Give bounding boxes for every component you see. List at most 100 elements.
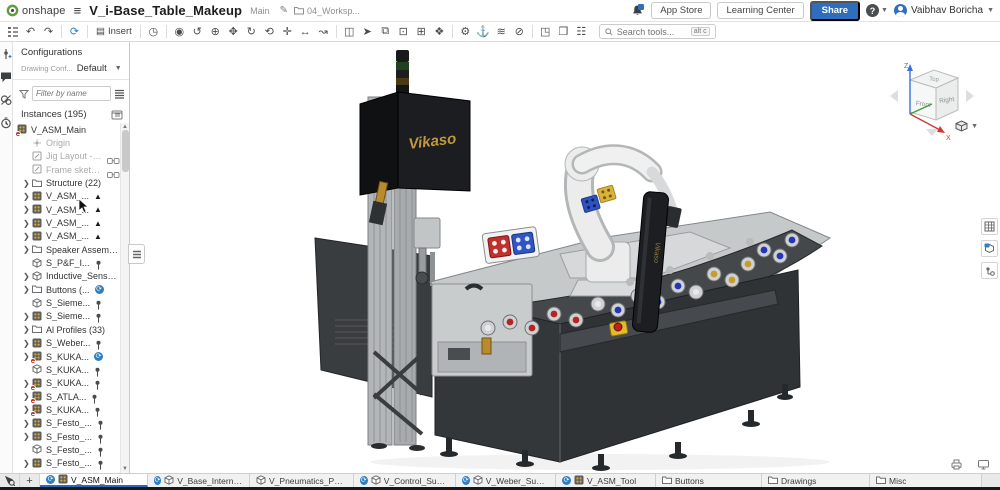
config-value-dropdown[interactable]: Default ▼ <box>77 63 124 74</box>
expand-arrow-icon[interactable]: ❯ <box>23 205 32 214</box>
tree-row[interactable]: ❯S_KUKA...⟳ <box>13 350 120 363</box>
copy-doc-icon[interactable]: ❐ <box>555 24 572 40</box>
instances-flyout-button[interactable] <box>128 244 145 264</box>
expand-arrow-icon[interactable]: ❯ <box>23 325 32 334</box>
tree-row[interactable]: Origin <box>13 136 120 149</box>
learning-center-button[interactable]: Learning Center <box>717 2 803 19</box>
expand-arrow-icon[interactable]: ❯ <box>23 459 32 468</box>
tab-drawings[interactable]: Drawings <box>762 474 870 487</box>
expand-arrow-icon[interactable]: ❯ <box>23 232 32 241</box>
anchor-icon[interactable]: ⚓ <box>475 24 492 40</box>
document-title[interactable]: V_i-Base_Table_Makeup <box>89 3 242 18</box>
tree-row[interactable]: ❯V_ASM_...▲ <box>13 190 120 203</box>
tree-row[interactable]: ❯S_Sieme... <box>13 310 120 323</box>
tree-row[interactable]: Frame sketc... <box>13 163 120 176</box>
tree-row[interactable]: S_Sieme... <box>13 296 120 309</box>
search-tools-input[interactable] <box>617 27 687 37</box>
display-settings-icon[interactable] <box>977 459 990 470</box>
notifications-bell-icon[interactable] <box>631 4 645 18</box>
expand-arrow-icon[interactable]: ❯ <box>23 432 32 441</box>
tree-row[interactable]: ❯Al Profiles (33) <box>13 323 120 336</box>
search-tools[interactable]: alt c <box>599 24 716 39</box>
expand-arrow-icon[interactable]: ❯ <box>23 272 32 281</box>
expand-arrow-icon[interactable]: ❯ <box>23 245 32 254</box>
tree-row[interactable]: ❯S_KUKA... <box>13 377 120 390</box>
drag-icon[interactable]: ↝ <box>315 24 332 40</box>
spring-icon[interactable]: ≋ <box>493 24 510 40</box>
detach-panel-icon[interactable] <box>111 110 123 120</box>
comments-icon[interactable] <box>0 71 12 83</box>
tab-v-asm-tool[interactable]: ⟳V_ASM_Tool <box>556 474 656 487</box>
expand-arrow-icon[interactable]: ❯ <box>23 285 32 294</box>
expand-arrow-icon[interactable]: ❯ <box>23 419 32 428</box>
filter-icon[interactable] <box>19 89 29 99</box>
section-view-icon[interactable]: ◫ <box>341 24 358 40</box>
add-tab-button[interactable]: + <box>20 474 40 487</box>
bom-table-panel-icon[interactable] <box>981 218 998 235</box>
list-options-icon[interactable] <box>114 89 125 99</box>
tab-v-weber-supports[interactable]: ⟳V_Weber_Supports <box>456 474 556 487</box>
tree-row[interactable]: ❯Speaker Assemblie... <box>13 243 120 256</box>
branch-label[interactable]: Main <box>250 6 270 16</box>
scroll-down-icon[interactable]: ▼ <box>122 466 128 472</box>
tree-row[interactable]: ❯V_ASM_...▲ <box>13 203 120 216</box>
app-store-button[interactable]: App Store <box>651 2 711 19</box>
share-button[interactable]: Share <box>810 1 860 21</box>
update-sync-icon[interactable]: ⟳ <box>66 24 83 40</box>
group-mates-icon[interactable]: ↺ <box>189 24 206 40</box>
tree-row[interactable]: ❯Structure (22) <box>13 176 120 189</box>
expand-arrow-icon[interactable]: ❯ <box>23 219 32 228</box>
scrollbar-thumb[interactable] <box>122 130 129 172</box>
onshape-logo[interactable]: onshape <box>6 4 66 17</box>
undo-icon[interactable]: ↶ <box>22 24 39 40</box>
interference-icon[interactable]: ⧉ <box>377 24 394 40</box>
rotate-down-arrow[interactable] <box>926 129 938 136</box>
cube-faces[interactable]: Top Front Right <box>910 70 958 120</box>
tab-v-asm-main[interactable]: ⟳V_ASM_Main <box>40 474 148 487</box>
tree-row[interactable]: ❯S_Festo_... <box>13 417 120 430</box>
tab-buttons[interactable]: Buttons <box>656 474 762 487</box>
frame-view-icon[interactable]: ◳ <box>537 24 554 40</box>
history-panel-icon[interactable] <box>0 117 12 129</box>
history-icon[interactable]: ◷ <box>145 24 162 40</box>
rotate-right-arrow[interactable] <box>966 90 974 102</box>
tab-v-base-internal-fr-[interactable]: ⟳V_Base_Internal_Fr... <box>148 474 250 487</box>
mate-connector-panel-icon[interactable] <box>0 48 12 60</box>
expand-arrow-icon[interactable]: ❯ <box>23 192 32 201</box>
tree-row[interactable]: Jig Layout - ... <box>13 150 120 163</box>
duplicate-icon[interactable]: ⊡ <box>395 24 412 40</box>
mate-icon[interactable]: ◉ <box>171 24 188 40</box>
expand-arrow-icon[interactable]: ❯ <box>23 339 32 348</box>
tree-row[interactable]: V_ASM_Main <box>13 123 120 136</box>
tree-row[interactable]: S_P&F_I... <box>13 256 120 269</box>
expand-arrow-icon[interactable]: ❯ <box>23 179 32 188</box>
help-menu[interactable]: ? ▼ <box>866 4 888 17</box>
expand-arrow-icon[interactable]: ❯ <box>23 312 32 321</box>
bom-icon[interactable]: ⊞ <box>413 24 430 40</box>
align-icon[interactable]: ↔ <box>297 24 314 40</box>
select-tool-icon[interactable]: ➤ <box>359 24 376 40</box>
tree-row[interactable]: S_KUKA... <box>13 363 120 376</box>
filter-by-name-input[interactable] <box>32 86 111 101</box>
mate-features-panel-icon[interactable] <box>981 262 998 279</box>
tab-misc[interactable]: Misc <box>870 474 982 487</box>
tree-row[interactable]: ❯S_Festo_... <box>13 457 120 470</box>
gear-relation-icon[interactable]: ⚙ <box>457 24 474 40</box>
breadcrumb[interactable]: 04_Worksp... <box>294 6 360 16</box>
tree-scrollbar[interactable]: ▲ ▼ <box>120 123 129 473</box>
rotate-left-arrow[interactable] <box>890 90 898 102</box>
tree-row[interactable]: ❯Inductive_Sensor_x... <box>13 270 120 283</box>
user-menu[interactable]: Vaibhav Boricha ▼ <box>894 4 994 17</box>
tree-row[interactable]: ❯V_ASM_...▲ <box>13 216 120 229</box>
view-options-menu[interactable]: ▼ <box>955 120 978 132</box>
tree-row[interactable]: ❯S_Festo_... <box>13 430 120 443</box>
snap-mode-icon[interactable]: ⟲ <box>261 24 278 40</box>
tree-row[interactable]: ❯S_ATLA... <box>13 390 120 403</box>
relations-icon[interactable] <box>0 94 12 106</box>
pattern-icon[interactable]: ❖ <box>431 24 448 40</box>
disconnect-icon[interactable]: ⊘ <box>511 24 528 40</box>
translate-icon[interactable]: ✛ <box>279 24 296 40</box>
insert-icon[interactable]: ▤Insert <box>92 24 136 40</box>
rotate-part-icon[interactable]: ↻ <box>243 24 260 40</box>
configuration-panel-icon[interactable] <box>981 240 998 257</box>
